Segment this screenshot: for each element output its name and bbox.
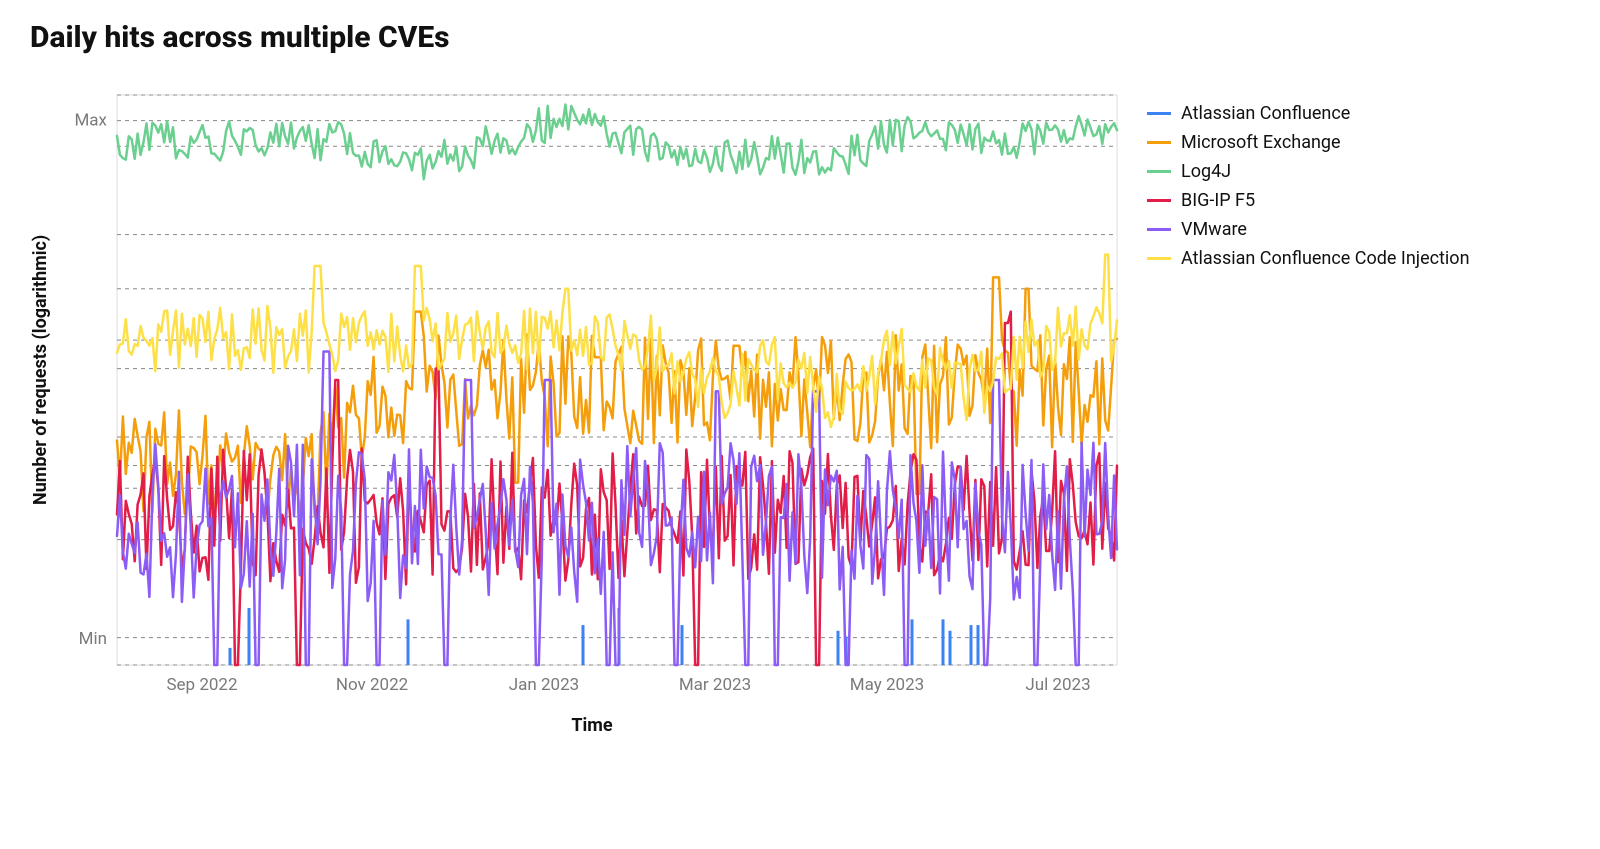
series-line — [117, 105, 1117, 180]
legend-label: VMware — [1181, 219, 1247, 240]
x-axis-label: Time — [57, 715, 1127, 736]
legend-item: Atlassian Confluence Code Injection — [1147, 248, 1470, 269]
svg-text:Nov 2022: Nov 2022 — [336, 675, 408, 695]
legend-swatch — [1147, 257, 1171, 260]
legend-label: Atlassian Confluence — [1181, 103, 1350, 124]
legend-item: Atlassian Confluence — [1147, 103, 1470, 124]
svg-text:Jul 2023: Jul 2023 — [1025, 675, 1090, 695]
svg-text:Mar 2023: Mar 2023 — [679, 675, 751, 695]
svg-text:May 2023: May 2023 — [850, 675, 924, 695]
legend-item: Log4J — [1147, 161, 1470, 182]
legend-swatch — [1147, 141, 1171, 144]
chart-plot: Min Max Sep 2022 Nov 2022 Jan 2023 Mar 2023 M… — [57, 85, 1127, 705]
legend-swatch — [1147, 199, 1171, 202]
page-title: Daily hits across multiple CVEs — [30, 20, 1570, 55]
legend-label: BIG-IP F5 — [1181, 190, 1255, 211]
legend-item: Microsoft Exchange — [1147, 132, 1470, 153]
svg-text:Sep 2022: Sep 2022 — [166, 675, 237, 695]
legend-swatch — [1147, 170, 1171, 173]
legend-label: Atlassian Confluence Code Injection — [1181, 248, 1470, 269]
legend-swatch — [1147, 112, 1171, 115]
legend-label: Log4J — [1181, 161, 1231, 182]
legend-swatch — [1147, 228, 1171, 231]
svg-text:Min: Min — [79, 629, 107, 649]
series-line — [117, 255, 1117, 427]
y-axis-label: Number of requests (logarithmic) — [30, 85, 51, 655]
legend: Atlassian Confluence Microsoft Exchange Lo… — [1147, 85, 1470, 277]
legend-label: Microsoft Exchange — [1181, 132, 1341, 153]
svg-text:Jan 2023: Jan 2023 — [509, 675, 579, 695]
legend-item: VMware — [1147, 219, 1470, 240]
legend-item: BIG-IP F5 — [1147, 190, 1470, 211]
svg-text:Max: Max — [74, 111, 107, 131]
